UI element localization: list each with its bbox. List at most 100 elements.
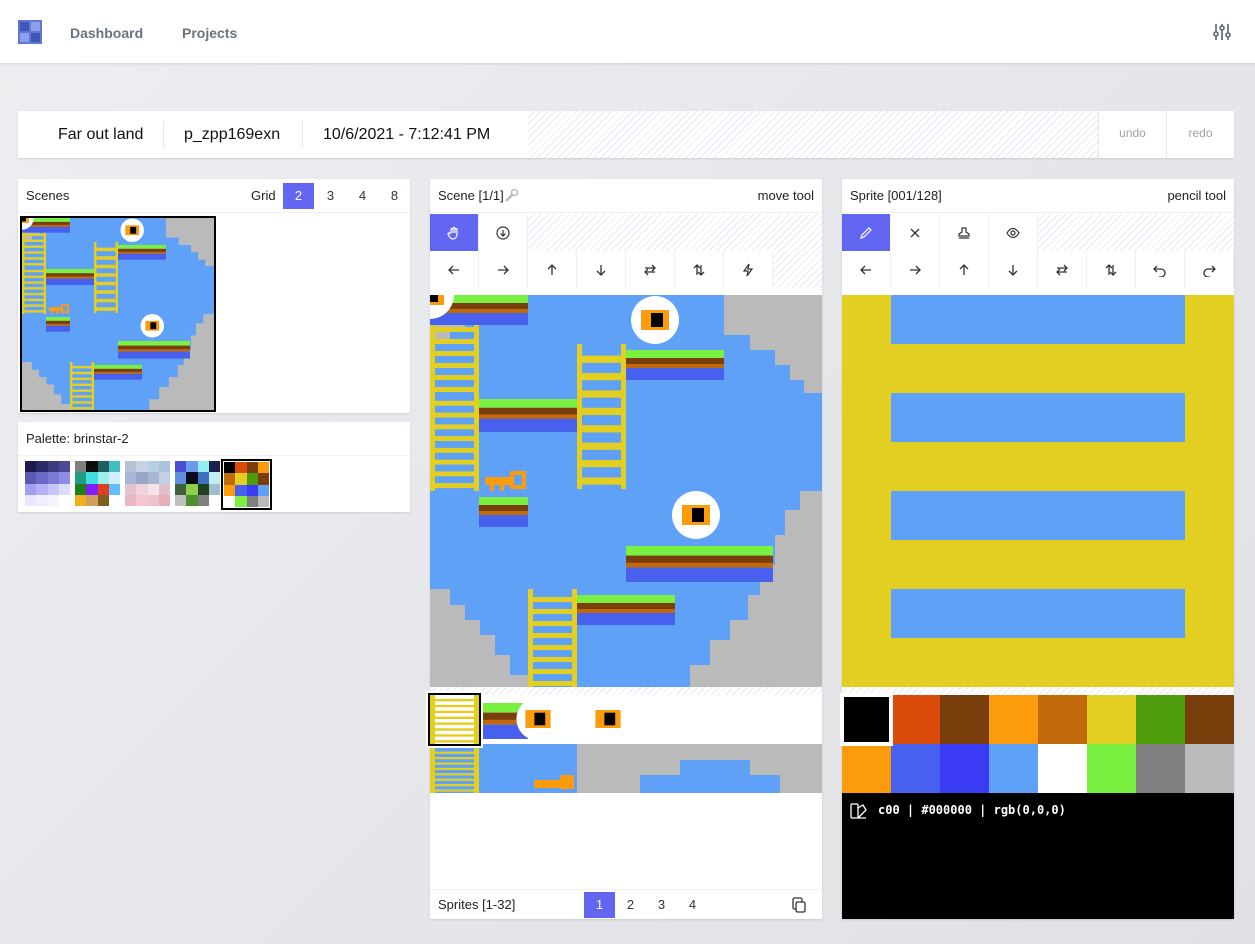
arrow-down-icon bbox=[1008, 264, 1018, 276]
pencil-tool-button[interactable] bbox=[842, 214, 891, 251]
arrow-right-icon bbox=[498, 265, 509, 274]
selected-sprite-frame[interactable] bbox=[426, 691, 483, 748]
color-swatch[interactable] bbox=[1087, 695, 1136, 744]
scene-thumbnail[interactable] bbox=[20, 216, 216, 412]
flip-horizontal-button[interactable] bbox=[626, 251, 675, 288]
stamp-tool-button[interactable] bbox=[940, 214, 989, 251]
palette-title: Palette: brinstar-2 bbox=[26, 431, 129, 446]
palette-color-cell bbox=[125, 483, 137, 495]
palette-header: Palette: brinstar-2 bbox=[18, 422, 410, 456]
palette-color-cell bbox=[197, 494, 209, 506]
swap-horizontal-icon bbox=[644, 264, 656, 275]
sprite-page-2[interactable]: 2 bbox=[615, 892, 646, 918]
grid-option-3[interactable]: 3 bbox=[315, 183, 346, 209]
shift-left-button[interactable] bbox=[430, 251, 479, 288]
shift-right-button[interactable] bbox=[479, 251, 528, 288]
palette-color-cell bbox=[208, 494, 220, 506]
preview-tool-button[interactable] bbox=[989, 214, 1038, 251]
color-swatch[interactable] bbox=[842, 744, 891, 793]
sprite-sheet[interactable] bbox=[430, 695, 822, 793]
shift-down-button[interactable] bbox=[577, 251, 626, 288]
palette-option[interactable] bbox=[25, 461, 70, 506]
palette-color-cell bbox=[86, 483, 98, 495]
sprite-title: Sprite [001/128] bbox=[850, 188, 942, 203]
palette-color-cell bbox=[224, 484, 236, 496]
sprites-footer: Sprites [1-32] 1 2 3 4 bbox=[430, 889, 822, 919]
shift-left-button[interactable] bbox=[842, 251, 891, 288]
color-swatch[interactable] bbox=[840, 693, 893, 746]
color-swatch[interactable] bbox=[1087, 744, 1136, 793]
scene-canvas[interactable] bbox=[430, 295, 822, 687]
sprite-page-4[interactable]: 4 bbox=[677, 892, 708, 918]
color-swatch[interactable] bbox=[940, 695, 989, 744]
palette-option[interactable] bbox=[175, 461, 220, 506]
palette-color-cell bbox=[75, 472, 87, 484]
sprite-page-3[interactable]: 3 bbox=[646, 892, 677, 918]
color-swatch[interactable] bbox=[989, 744, 1038, 793]
palette-color-cell bbox=[158, 461, 170, 473]
flip-vertical-button[interactable] bbox=[1087, 251, 1136, 288]
palette-color-cell bbox=[108, 494, 120, 506]
palette-color-cell bbox=[36, 461, 48, 473]
arrow-up-icon bbox=[959, 263, 969, 275]
palette-color-cell bbox=[186, 494, 198, 506]
color-swatch[interactable] bbox=[1038, 744, 1087, 793]
hand-tool-button[interactable] bbox=[430, 214, 479, 251]
redo-arrow-icon bbox=[1203, 265, 1216, 277]
palette-color-cell bbox=[25, 461, 37, 473]
nav-projects-link[interactable]: Projects bbox=[182, 25, 237, 41]
color-swatch[interactable] bbox=[1185, 695, 1234, 744]
copy-icon[interactable] bbox=[791, 897, 807, 913]
palette-color-cell bbox=[47, 472, 59, 484]
sprite-redo-button[interactable] bbox=[1185, 251, 1234, 288]
scene-editor-panel: Scene [1/1] move tool Sprites [1-32] 1 2… bbox=[426, 179, 822, 919]
palette-color-cell bbox=[235, 484, 247, 496]
settings-sliders-icon[interactable] bbox=[1212, 22, 1232, 42]
lightning-button[interactable] bbox=[724, 251, 773, 288]
shift-down-button[interactable] bbox=[989, 251, 1038, 288]
clear-tool-button[interactable] bbox=[891, 214, 940, 251]
color-swatch[interactable] bbox=[940, 744, 989, 793]
palette-option[interactable] bbox=[125, 461, 170, 506]
flip-horizontal-button[interactable] bbox=[1038, 251, 1087, 288]
palette-color-cell bbox=[108, 483, 120, 495]
sprite-undo-button[interactable] bbox=[1136, 251, 1185, 288]
stamp-icon bbox=[958, 226, 970, 239]
undo-button[interactable]: undo bbox=[1098, 111, 1166, 158]
palette-color-cell bbox=[136, 483, 148, 495]
arrow-up-icon bbox=[547, 263, 557, 275]
sprite-page-1[interactable]: 1 bbox=[584, 892, 615, 918]
palette-color-cell bbox=[58, 494, 70, 506]
color-swatch[interactable] bbox=[891, 744, 940, 793]
palette-color-cell bbox=[75, 461, 87, 473]
scenes-title: Scenes bbox=[26, 188, 70, 203]
palette-color-cell bbox=[36, 494, 48, 506]
palette-option[interactable] bbox=[75, 461, 120, 506]
flip-vertical-button[interactable] bbox=[675, 251, 724, 288]
grid-option-2[interactable]: 2 bbox=[283, 183, 314, 209]
grid-option-4[interactable]: 4 bbox=[347, 183, 378, 209]
palette-color-cell bbox=[147, 483, 159, 495]
color-swatch[interactable] bbox=[1038, 695, 1087, 744]
palette-color-cell bbox=[208, 472, 220, 484]
download-circle-icon bbox=[496, 225, 510, 240]
palette-color-cell bbox=[47, 461, 59, 473]
color-swatch[interactable] bbox=[989, 695, 1038, 744]
project-name[interactable]: Far out land bbox=[58, 111, 143, 158]
color-swatch[interactable] bbox=[1136, 695, 1185, 744]
shift-up-button[interactable] bbox=[528, 251, 577, 288]
sprite-canvas[interactable] bbox=[842, 295, 1234, 687]
palette-color-cell bbox=[186, 472, 198, 484]
color-swatch[interactable] bbox=[891, 695, 940, 744]
grid-option-8[interactable]: 8 bbox=[379, 183, 410, 209]
nav-dashboard-link[interactable]: Dashboard bbox=[70, 25, 143, 41]
palette-color-cell bbox=[197, 461, 209, 473]
shift-right-button[interactable] bbox=[891, 251, 940, 288]
shift-up-button[interactable] bbox=[940, 251, 989, 288]
download-tool-button[interactable] bbox=[479, 214, 528, 251]
color-swatch[interactable] bbox=[1185, 744, 1234, 793]
redo-button[interactable]: redo bbox=[1166, 111, 1234, 158]
logo-icon[interactable] bbox=[18, 20, 42, 44]
color-swatch[interactable] bbox=[1136, 744, 1185, 793]
palette-option-selected[interactable] bbox=[224, 462, 269, 507]
